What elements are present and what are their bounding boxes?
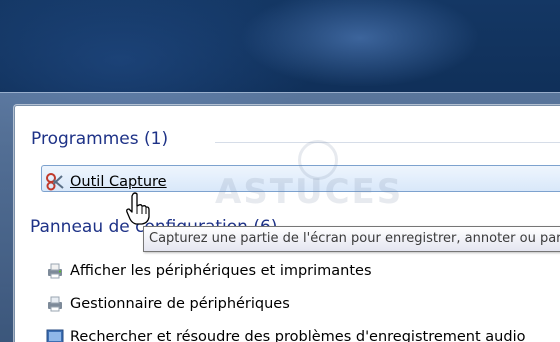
- snipping-tool-icon: [46, 173, 64, 191]
- device-manager-icon: [46, 295, 64, 313]
- result-item-device-manager[interactable]: Gestionnaire de périphériques: [46, 292, 290, 316]
- result-item-label: Rechercher et résoudre des problèmes d'e…: [70, 329, 526, 342]
- hand-cursor-icon: [126, 192, 150, 225]
- troubleshoot-audio-icon: [46, 328, 64, 342]
- programs-section-title[interactable]: Programmes (1): [31, 129, 168, 149]
- tooltip: Capturez une partie de l'écran pour enre…: [143, 226, 560, 252]
- result-item-outil-capture[interactable]: Outil Capture: [46, 170, 167, 194]
- result-item-label: Afficher les périphériques et imprimante…: [70, 263, 372, 279]
- watermark-text: ASTUCES: [215, 172, 404, 212]
- result-item-label: Gestionnaire de périphériques: [70, 296, 290, 312]
- result-item-label: Outil Capture: [70, 174, 167, 190]
- result-item-troubleshoot-audio[interactable]: Rechercher et résoudre des problèmes d'e…: [46, 325, 525, 342]
- programs-separator: [215, 142, 560, 143]
- printer-devices-icon: [46, 262, 64, 280]
- result-item-devices-printers[interactable]: Afficher les périphériques et imprimante…: [46, 259, 372, 283]
